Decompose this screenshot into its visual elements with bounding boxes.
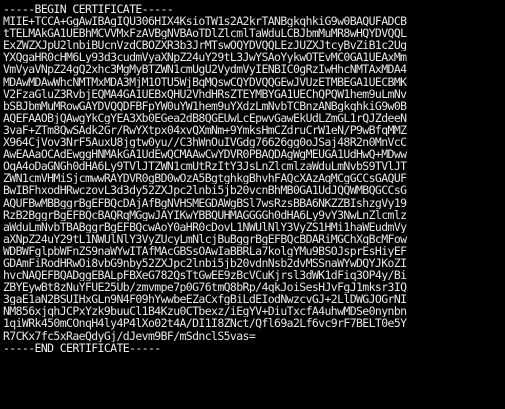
certificate-line: AwEAAaOCAdEwggHNMAkGA1UdEwQCMAAwCwYDVR0P… — [3, 148, 407, 161]
certificate-line: 3gaE1aN2BSUIHxGLn9N4F09hYwwbeEZaCxfgBiLd… — [3, 293, 407, 306]
certificate-line: V2FzaGluZ3RvbjEQMA4GA1UEBxQHU2VhdHRsZTEY… — [3, 87, 407, 100]
certificate-line: hvcNAQEFBQADggEBALpFBXeG782QsTtGwEE9zBcV… — [3, 269, 407, 282]
certificate-line: MIIE+TCCA+GgAwIBAgIQU306HIX4KsioTW1s2A2k… — [3, 15, 407, 28]
certificate-line: NM856xjqhJCPxYzk9buuCl1B4Kzu0CTbexz/iEgY… — [3, 305, 407, 318]
certificate-line: VmVyaVNpZ24gQ2xhc3MgMyBTZWN1cmUgU2VydmVy… — [3, 63, 407, 76]
certificate-line: YXQgaHR0cHM6Ly93d3cudmVyaXNpZ24uY29tL3Jw… — [3, 51, 407, 64]
certificate-line: 3vaF+ZTm8QwSAdk2Gr/RwYXtpx04xvQXmNm+9Ymk… — [3, 123, 407, 137]
certificate-line: ExZWZXJpU2lnbiBUcnVzdCBOZXR3b3JrMTswOQYD… — [3, 39, 407, 52]
terminal-window[interactable]: -----BEGIN CERTIFICATE----- MIIE+TCCA+Gg… — [0, 0, 505, 409]
certificate-line: aXNpZ24uY29tL1NWUlNlY3VyZUcyLmNlcjBuBggr… — [3, 232, 407, 245]
certificate-line: RzB2BggrBgEFBQcBAQRqMGgwJAYIKwYBBQUHMAGG… — [3, 208, 407, 221]
certificate-line: bSBJbmMuMRowGAYDVQQDFBFpYW0uYW1hem9uYXdz… — [3, 99, 407, 112]
certificate-line: AQUFBwMBBggrBgEFBQcDAjAfBgNVHSMEGDAWgBSl… — [3, 196, 407, 209]
certificate-line: WDBWFglpbWFnZS9naWYwITAfMAcGBSsOAwIaBBRL… — [3, 244, 407, 257]
certificate-line: ZBYEywBt8zNuYFUE25Ub/zmvmpe7p0G76tmQ8bRp… — [3, 281, 407, 294]
certificate-line: BwIBFhxodHRwczovL3d3dy52ZXJpc2lnbi5jb20v… — [3, 184, 407, 197]
certificate-line: ZWN1cmVHMiSjcmwwRAYDVR0gBD0wOzA5BgtghkgB… — [3, 172, 407, 185]
certificate-line: aWduLmNvbTBABggrBgEFBQcwAoY0aHR0cDovL1NW… — [3, 220, 407, 233]
certificate-line: MDAwMDAwWhcNMTMxMDA3MjM1OTU5WjBqMQswCQYD… — [3, 75, 407, 88]
certificate-line: AQEFAAOBjQAwgYkCgYEA3Xb0EGea2dB8QGEUwLcE… — [3, 111, 407, 124]
certificate-begin-marker: -----BEGIN CERTIFICATE----- — [3, 3, 174, 16]
certificate-line: X964CjVov3NrF5AuxU8jgtw0yu//C3hWnOuIVGdg… — [3, 136, 407, 149]
certificate-line: 1qiWRk450mCOnqH4ly4P4lXo02t4A/DI1I8ZNct/… — [3, 317, 407, 330]
certificate-line: OqA4oDaGNGh0dHA6Ly9TVlJTZWN1cmUtRzItY3Js… — [3, 160, 407, 173]
certificate-body: MIIE+TCCA+GgAwIBAgIQU306HIX4KsioTW1s2A2k… — [3, 15, 505, 342]
certificate-line: tTELMAkGA1UEBhMCVVMxFzAVBgNVBAoTDlZlcmlT… — [3, 27, 407, 40]
certificate-line: R7CKx7fc5xRaeQdyGj/dJevm9BF/mSdnclS5vas= — [3, 329, 256, 342]
certificate-line: GDAmFiRodHRwOi8vbG9nby52ZXJpc2lnbi5jb20v… — [3, 256, 407, 270]
certificate-end-marker: -----END CERTIFICATE----- — [3, 341, 161, 354]
